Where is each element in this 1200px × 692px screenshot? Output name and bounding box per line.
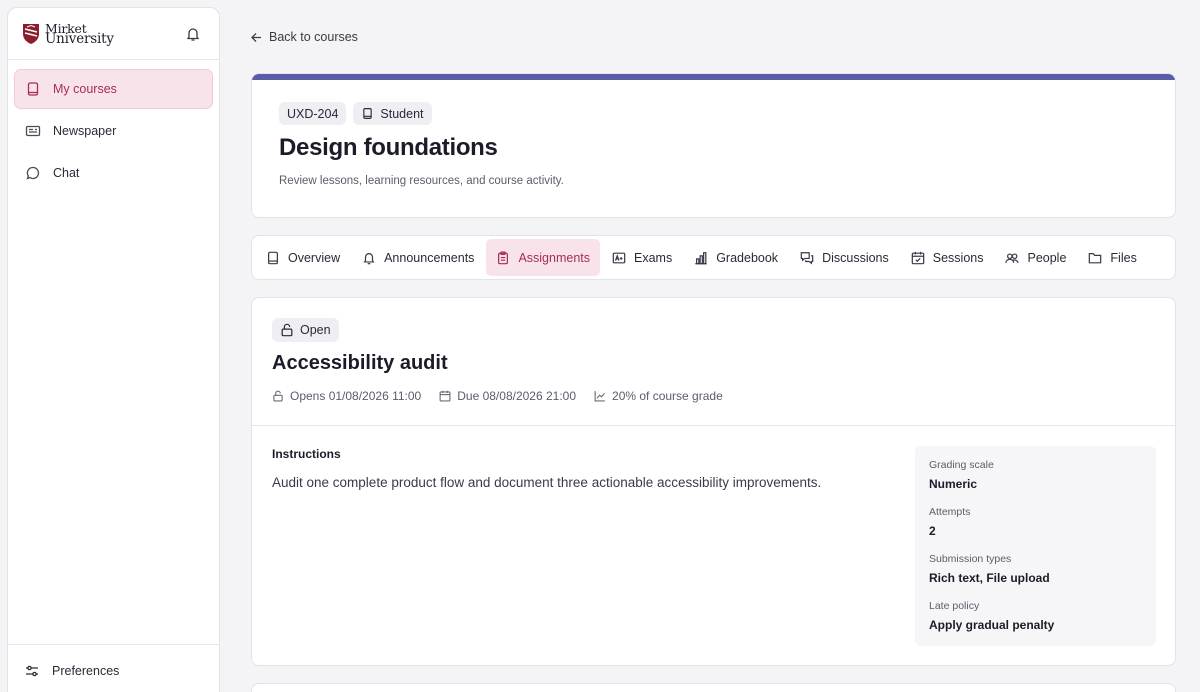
- back-link-label: Back to courses: [269, 30, 358, 44]
- book-icon: [266, 251, 280, 265]
- trend-chart-icon: [594, 390, 606, 402]
- due-text: Due 08/08/2026 21:00: [457, 389, 577, 403]
- course-code-badge: UXD-204: [279, 102, 347, 125]
- tab-people[interactable]: People: [995, 239, 1076, 276]
- tab-label: Files: [1110, 250, 1137, 265]
- course-subtitle: Review lessons, learning resources, and …: [279, 175, 564, 187]
- sidebar-item-newspaper[interactable]: Newspaper: [14, 111, 213, 151]
- bell-icon: [362, 251, 376, 265]
- calendar-check-icon: [911, 251, 925, 265]
- sidebar-item-label: Chat: [53, 166, 80, 180]
- tab-exams[interactable]: Exams: [602, 239, 682, 276]
- calendar-icon: [439, 390, 451, 402]
- role-label: Student: [380, 106, 424, 121]
- tab-gradebook[interactable]: Gradebook: [684, 239, 788, 276]
- assignment-details-panel: Grading scale Numeric Attempts 2 Submiss…: [915, 446, 1156, 646]
- status-label: Open: [300, 323, 331, 337]
- unlock-icon: [272, 390, 284, 402]
- tab-announcements[interactable]: Announcements: [352, 239, 484, 276]
- tab-label: Overview: [288, 250, 341, 265]
- opens-text: Opens 01/08/2026 11:00: [290, 389, 422, 403]
- tab-label: Announcements: [384, 250, 475, 265]
- tab-label: Exams: [634, 250, 673, 265]
- instructions-text: Audit one complete product flow and docu…: [272, 475, 822, 490]
- next-section-card: [251, 683, 1176, 692]
- detail-value: 2: [929, 524, 936, 538]
- folder-icon: [1088, 251, 1102, 265]
- chat-bubble-icon: [25, 165, 41, 181]
- instructions-heading: Instructions: [272, 447, 341, 461]
- divider: [252, 425, 1175, 426]
- grade-icon: [612, 251, 626, 265]
- tab-label: People: [1027, 250, 1067, 265]
- tab-discussions[interactable]: Discussions: [790, 239, 899, 276]
- sidebar-item-chat[interactable]: Chat: [14, 153, 213, 193]
- sidebar-header: Mirket University: [8, 8, 219, 60]
- detail-label: Submission types: [929, 553, 1012, 565]
- sidebar: Mirket University My courses Newspaper C…: [7, 7, 220, 692]
- course-header-card: UXD-204 Student Design foundations Revie…: [251, 73, 1176, 218]
- notifications-bell-icon[interactable]: [185, 26, 201, 42]
- tab-label: Discussions: [822, 250, 889, 265]
- sliders-icon: [24, 663, 40, 679]
- university-logo[interactable]: Mirket University: [22, 22, 114, 47]
- status-badge: Open: [272, 318, 339, 342]
- arrow-left-icon: [250, 31, 263, 44]
- tab-label: Assignments: [518, 250, 590, 265]
- tab-assignments[interactable]: Assignments: [486, 239, 600, 276]
- people-icon: [1005, 251, 1020, 265]
- book-icon: [361, 107, 374, 120]
- opens-date: Opens 01/08/2026 11:00: [272, 389, 421, 403]
- sidebar-nav: My courses Newspaper Chat: [8, 60, 219, 204]
- back-to-courses-link[interactable]: Back to courses: [250, 30, 358, 44]
- preferences-label: Preferences: [52, 664, 120, 678]
- detail-value: Numeric: [929, 477, 978, 491]
- tab-label: Gradebook: [716, 250, 779, 265]
- tab-sessions[interactable]: Sessions: [901, 239, 994, 276]
- course-tabs: Overview Announcements Assignments Exams: [251, 235, 1176, 280]
- shield-logo-icon: [22, 23, 40, 45]
- sidebar-item-my-courses[interactable]: My courses: [14, 69, 213, 109]
- role-badge: Student: [353, 102, 432, 125]
- detail-value: Rich text, File upload: [929, 571, 1050, 585]
- course-accent-stripe: [252, 74, 1175, 80]
- book-icon: [25, 81, 41, 97]
- detail-value: Apply gradual penalty: [929, 618, 1055, 632]
- course-chips: UXD-204 Student: [279, 102, 432, 125]
- preferences-button[interactable]: Preferences: [8, 644, 219, 692]
- weight-text: 20% of course grade: [612, 389, 723, 403]
- detail-label: Grading scale: [929, 459, 994, 471]
- tab-overview[interactable]: Overview: [256, 239, 350, 276]
- logo-line-2: University: [45, 30, 114, 47]
- sidebar-item-label: Newspaper: [53, 124, 117, 138]
- newspaper-icon: [25, 123, 41, 139]
- grade-weight: 20% of course grade: [594, 389, 723, 403]
- bar-chart-icon: [694, 251, 708, 265]
- tab-files[interactable]: Files: [1078, 239, 1146, 276]
- detail-label: Late policy: [929, 600, 980, 612]
- tab-label: Sessions: [932, 250, 984, 265]
- course-title: Design foundations: [279, 134, 498, 161]
- logo-text: Mirket University: [45, 22, 114, 47]
- assignment-card: Open Accessibility audit Opens 01/08/202…: [251, 297, 1176, 666]
- sidebar-item-label: My courses: [53, 82, 117, 96]
- discussion-icon: [800, 251, 814, 265]
- detail-label: Attempts: [929, 506, 971, 518]
- assignment-title: Accessibility audit: [272, 352, 448, 374]
- due-date: Due 08/08/2026 21:00: [439, 389, 576, 403]
- assignment-meta: Opens 01/08/2026 11:00 Due 08/08/2026 21…: [272, 389, 723, 403]
- unlock-icon: [280, 323, 294, 337]
- clipboard-icon: [496, 250, 510, 265]
